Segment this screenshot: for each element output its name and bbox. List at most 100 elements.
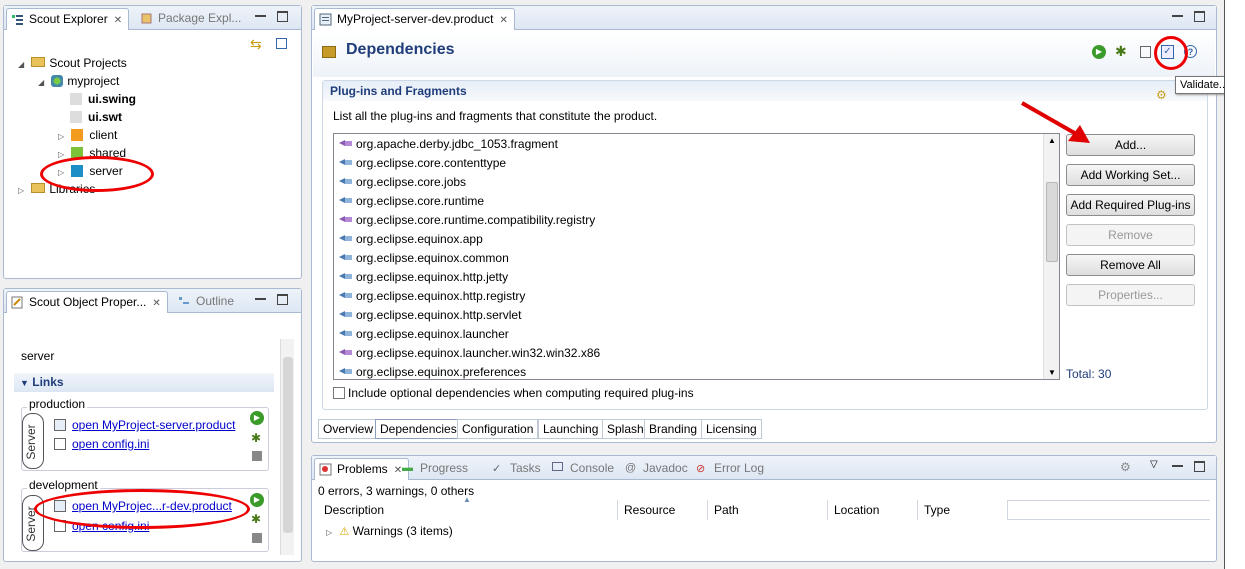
export-icon[interactable] — [1140, 46, 1151, 58]
list-item[interactable]: org.eclipse.equinox.launcher.win32.win32… — [338, 344, 600, 363]
tab-dependencies[interactable]: Dependencies — [375, 419, 462, 439]
list-item[interactable]: org.eclipse.core.runtime — [338, 192, 484, 211]
dependencies-icon — [322, 46, 336, 58]
tree-myproject[interactable]: ◢ myproject — [38, 74, 119, 92]
run-icon[interactable]: ▶ — [250, 411, 264, 425]
tab-error-log[interactable]: ⊘ Error Log — [692, 458, 770, 480]
close-icon[interactable]: ✕ — [114, 15, 122, 26]
list-item[interactable]: org.eclipse.equinox.preferences — [338, 363, 526, 382]
expand-icon[interactable]: ▷ — [326, 528, 336, 537]
maximize-icon[interactable] — [277, 294, 288, 305]
open-product-link[interactable]: open MyProject-server.product — [72, 418, 235, 432]
expand-icon[interactable]: ◢ — [38, 78, 48, 87]
tab-splash[interactable]: Splash — [602, 419, 649, 439]
close-icon[interactable]: ✕ — [152, 298, 160, 309]
remove-all-button[interactable]: Remove All — [1066, 254, 1195, 276]
tab-problems[interactable]: Problems ✕ — [314, 458, 410, 480]
minimize-icon[interactable] — [1172, 11, 1183, 17]
tab-scout-object-properties[interactable]: Scout Object Proper... ✕ — [6, 291, 168, 313]
tab-progress[interactable]: ▬ Progress — [398, 458, 474, 480]
scrollbar-thumb[interactable] — [283, 357, 293, 533]
tab-tasks[interactable]: ✓ Tasks — [488, 458, 547, 480]
expand-icon[interactable]: ▷ — [18, 186, 28, 195]
plugin-label: org.eclipse.core.runtime.compatibility.r… — [356, 213, 596, 227]
tree-ui-swt[interactable]: ui.swt — [70, 110, 122, 128]
minimize-icon[interactable] — [255, 11, 266, 17]
list-item[interactable]: org.eclipse.equinox.launcher — [338, 325, 509, 344]
view-menu-icon[interactable]: ⚙ — [1120, 460, 1131, 474]
list-item[interactable]: org.apache.derby.jdbc_1053.fragment — [338, 135, 558, 154]
tab-package-explorer[interactable]: Package Expl... — [136, 8, 247, 30]
stop-icon[interactable] — [252, 451, 262, 461]
properties-title: server — [21, 349, 55, 363]
table-row[interactable]: ▷ ⚠ Warnings (3 items) — [326, 524, 453, 538]
list-item[interactable]: org.eclipse.core.runtime.compatibility.r… — [338, 211, 595, 230]
console-icon — [552, 462, 563, 471]
list-scrollbar[interactable]: ▲ ▼ — [1043, 134, 1059, 379]
remove-button[interactable]: Remove — [1066, 224, 1195, 246]
problems-summary: 0 errors, 3 warnings, 0 others — [318, 484, 475, 498]
tree-ui-swing[interactable]: ui.swing — [70, 92, 136, 110]
run-icon[interactable]: ▶ — [1092, 45, 1106, 59]
maximize-icon[interactable] — [277, 11, 288, 22]
include-optional-checkbox[interactable] — [333, 387, 345, 399]
scrollbar-thumb[interactable] — [1046, 182, 1058, 262]
debug-icon[interactable]: ✱ — [251, 512, 261, 526]
tree-client[interactable]: ▷ client — [58, 128, 117, 146]
maximize-icon[interactable] — [1194, 11, 1205, 22]
plugin-icon — [338, 288, 354, 299]
collapse-all-icon[interactable] — [276, 38, 287, 49]
tab-product-editor[interactable]: MyProject-server-dev.product ✕ — [314, 8, 515, 30]
maximize-icon[interactable] — [1194, 461, 1205, 472]
list-item[interactable]: org.eclipse.equinox.app — [338, 230, 483, 249]
close-icon[interactable]: ✕ — [500, 15, 508, 26]
tab-overview[interactable]: Overview — [318, 419, 379, 439]
properties-button[interactable]: Properties... — [1066, 284, 1195, 306]
minimize-icon[interactable] — [255, 294, 266, 300]
plugin-label: org.eclipse.core.jobs — [356, 175, 467, 189]
column-location[interactable]: Location — [828, 500, 918, 520]
tab-licensing[interactable]: Licensing — [701, 419, 762, 439]
tree-scout-projects[interactable]: ◢ Scout Projects — [18, 56, 127, 74]
tree-label: ui.swing — [88, 92, 136, 106]
tab-branding[interactable]: Branding — [644, 419, 703, 439]
column-type[interactable]: Type — [918, 500, 1008, 520]
page-title: Dependencies — [346, 41, 455, 58]
annotation-arrow — [1021, 101, 1090, 143]
tab-outline[interactable]: Outline — [174, 291, 240, 313]
link-with-editor-icon[interactable]: ⇆ — [250, 36, 262, 53]
tab-console[interactable]: Console — [548, 458, 620, 480]
tab-scout-explorer[interactable]: Scout Explorer ✕ — [6, 8, 130, 30]
plugin-label: org.eclipse.equinox.common — [356, 251, 509, 265]
add-required-plugins-button[interactable]: Add Required Plug-ins — [1066, 194, 1195, 216]
tab-label: Scout Explorer — [29, 12, 108, 26]
ini-file-icon — [54, 438, 66, 450]
plugin-label: org.eclipse.equinox.http.registry — [356, 289, 526, 303]
list-item[interactable]: org.eclipse.core.contenttype — [338, 154, 506, 173]
tab-configuration[interactable]: Configuration — [457, 419, 539, 439]
debug-icon[interactable]: ✱ — [1115, 43, 1127, 60]
debug-icon[interactable]: ✱ — [251, 431, 261, 445]
add-working-set-button[interactable]: Add Working Set... — [1066, 164, 1195, 186]
expand-icon[interactable]: ◢ — [18, 60, 28, 69]
run-icon[interactable]: ▶ — [250, 493, 264, 507]
scroll-down-icon[interactable]: ▼ — [1048, 368, 1056, 377]
column-path[interactable]: Path — [708, 500, 828, 520]
vertical-scrollbar[interactable] — [280, 339, 294, 555]
tab-launching[interactable]: Launching — [538, 419, 604, 439]
list-item[interactable]: org.eclipse.equinox.http.servlet — [338, 306, 521, 325]
list-item[interactable]: org.eclipse.equinox.http.jetty — [338, 268, 508, 287]
list-item[interactable]: org.eclipse.core.jobs — [338, 173, 466, 192]
sort-icon[interactable]: ⚙ — [1156, 88, 1170, 102]
column-resource[interactable]: Resource — [618, 500, 708, 520]
open-config-link[interactable]: open config.ini — [72, 437, 149, 451]
list-item[interactable]: org.eclipse.equinox.http.registry — [338, 287, 525, 306]
collapse-icon[interactable]: ▼ — [20, 378, 29, 388]
expand-icon[interactable]: ▷ — [58, 132, 68, 141]
minimize-icon[interactable] — [1172, 461, 1183, 467]
view-dropdown-icon[interactable]: ▽ — [1150, 459, 1158, 470]
links-section-header[interactable]: ▼ Links — [14, 373, 274, 392]
tab-javadoc[interactable]: @ Javadoc — [621, 458, 694, 480]
list-item[interactable]: org.eclipse.equinox.common — [338, 249, 509, 268]
stop-icon[interactable] — [252, 533, 262, 543]
